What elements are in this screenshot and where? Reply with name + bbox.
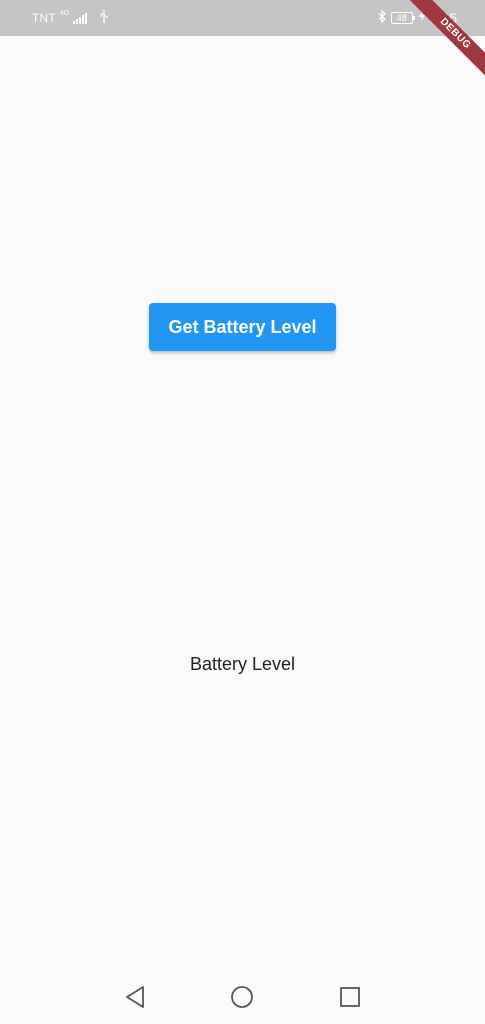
battery-level-text: Battery Level: [189, 654, 296, 674]
status-right: 48 6:45: [378, 9, 457, 26]
app-screen: TNT 4G 48 6:45 DEBUG Get Battery Level B…: [0, 0, 485, 1024]
navigation-bar: [0, 970, 485, 1024]
status-clock: 6:45: [429, 10, 457, 26]
carrier-name: TNT: [32, 11, 56, 25]
back-icon: [126, 986, 144, 1008]
home-button[interactable]: [229, 984, 255, 1010]
recents-button[interactable]: [337, 984, 363, 1010]
usb-icon: [99, 10, 109, 26]
network-type: 4G: [59, 9, 70, 17]
signal-icon: [73, 12, 88, 24]
get-battery-level-button[interactable]: Get Battery Level: [149, 303, 336, 351]
home-icon: [231, 986, 253, 1008]
status-left: TNT 4G: [32, 9, 109, 26]
charging-icon: [418, 11, 425, 25]
status-bar: TNT 4G 48 6:45: [0, 0, 485, 36]
battery-icon: 48: [390, 12, 415, 24]
back-button[interactable]: [122, 984, 148, 1010]
battery-percent: 48: [396, 12, 407, 23]
bluetooth-icon: [378, 9, 386, 26]
recents-icon: [340, 987, 360, 1007]
